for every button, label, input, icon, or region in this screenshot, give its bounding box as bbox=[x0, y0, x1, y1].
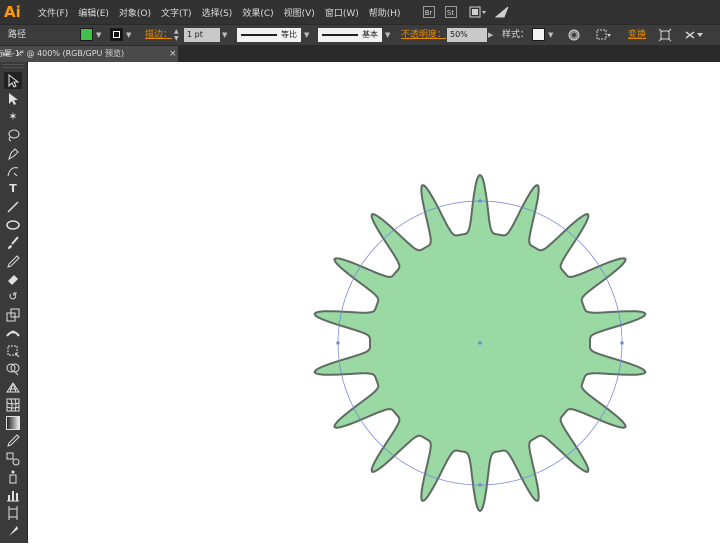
artwork[interactable] bbox=[28, 62, 720, 543]
menu-window[interactable]: 窗口(W) bbox=[325, 6, 359, 19]
style-label: 样式： bbox=[502, 30, 530, 40]
arrange-documents-icon[interactable] bbox=[469, 6, 487, 18]
slice-tool-icon[interactable] bbox=[4, 522, 22, 539]
curvature-tool-icon[interactable] bbox=[4, 162, 22, 179]
stock-icon[interactable]: St bbox=[444, 6, 457, 18]
isolate-object-icon[interactable] bbox=[658, 28, 672, 42]
stroke-color-swatch[interactable] bbox=[110, 28, 123, 41]
menu-bar: Ai 文件(F) 编辑(E) 对象(O) 文字(T) 选择(S) 效果(C) 视… bbox=[0, 0, 720, 24]
anchor-top[interactable] bbox=[478, 199, 482, 203]
perspective-grid-tool-icon[interactable] bbox=[4, 378, 22, 395]
anchor-right[interactable] bbox=[620, 341, 624, 345]
anchor-left[interactable] bbox=[336, 341, 340, 345]
align-icon[interactable] bbox=[596, 28, 612, 42]
opacity-label[interactable]: 不透明度： bbox=[401, 28, 446, 42]
tab-close-icon[interactable]: × bbox=[169, 46, 177, 62]
type-tool-icon[interactable]: T bbox=[4, 180, 22, 197]
line-tool-icon[interactable] bbox=[4, 198, 22, 215]
column-graph-tool-icon[interactable] bbox=[4, 486, 22, 503]
brush-definition-field[interactable]: 基本 bbox=[318, 28, 382, 42]
brush-preview bbox=[322, 34, 358, 36]
document-tab-bar: ▸▸ × 未标题-1* @ 400% (RGB/GPU 预览) × bbox=[0, 46, 720, 62]
width-tool-icon[interactable] bbox=[4, 324, 22, 341]
toolbar-grip[interactable] bbox=[2, 64, 24, 68]
gradient-tool-icon[interactable] bbox=[4, 414, 22, 431]
graphic-style-swatch[interactable] bbox=[532, 28, 545, 41]
blend-tool-icon[interactable] bbox=[4, 450, 22, 467]
tools-panel: ✶ T ↺ bbox=[0, 62, 28, 543]
stroke-weight-stepper-icon[interactable]: ▲ ▼ bbox=[174, 28, 179, 42]
transform-label[interactable]: 变换 bbox=[628, 28, 646, 42]
paintbrush-tool-icon[interactable] bbox=[4, 234, 22, 251]
artboard-canvas[interactable] bbox=[28, 62, 720, 543]
recolor-artwork-icon[interactable] bbox=[568, 29, 580, 43]
mesh-tool-icon[interactable] bbox=[4, 396, 22, 413]
direct-selection-tool-icon[interactable] bbox=[4, 90, 22, 107]
menu-effect[interactable]: 效果(C) bbox=[242, 6, 273, 19]
menu-type[interactable]: 文字(T) bbox=[161, 6, 192, 19]
brush-label: 基本 bbox=[362, 30, 378, 39]
bridge-icon[interactable]: Br bbox=[422, 6, 435, 18]
brush-dropdown-icon[interactable]: ▼ bbox=[385, 28, 390, 42]
scale-tool-icon[interactable] bbox=[4, 306, 22, 323]
more-options-icon[interactable] bbox=[684, 28, 704, 42]
fill-color-swatch[interactable] bbox=[80, 28, 93, 41]
pen-tool-icon[interactable] bbox=[4, 144, 22, 161]
selection-tool-icon[interactable] bbox=[4, 72, 22, 89]
gpu-performance-icon[interactable] bbox=[494, 6, 509, 18]
rotate-tool-icon[interactable]: ↺ bbox=[4, 288, 22, 305]
menu-select[interactable]: 选择(S) bbox=[202, 6, 233, 19]
menu-view[interactable]: 视图(V) bbox=[284, 6, 315, 19]
menu-object[interactable]: 对象(O) bbox=[119, 6, 151, 19]
pencil-tool-icon[interactable] bbox=[4, 252, 22, 269]
anchor-bottom[interactable] bbox=[478, 483, 482, 487]
style-dropdown-icon[interactable]: ▼ bbox=[548, 28, 553, 42]
document-tab-title: 未标题-1* @ 400% (RGB/GPU 预览) bbox=[0, 49, 125, 58]
control-bar: 路径 ▼ ▼ 描边： ▲ ▼ 1 pt ▼ 等比 ▼ 基本 ▼ 不透明度： 50%… bbox=[0, 24, 720, 46]
fill-dropdown-icon[interactable]: ▼ bbox=[96, 28, 101, 42]
eyedropper-tool-icon[interactable] bbox=[4, 432, 22, 449]
selection-type-label: 路径 bbox=[8, 30, 27, 40]
free-transform-tool-icon[interactable] bbox=[4, 342, 22, 359]
document-tab[interactable]: ▸▸ × 未标题-1* @ 400% (RGB/GPU 预览) × bbox=[0, 46, 178, 62]
profile-preview bbox=[241, 34, 277, 36]
profile-dropdown-icon[interactable]: ▼ bbox=[304, 28, 309, 42]
stroke-label[interactable]: 描边： bbox=[145, 28, 172, 42]
eraser-tool-icon[interactable] bbox=[4, 270, 22, 287]
stroke-dropdown-icon[interactable]: ▼ bbox=[126, 28, 131, 42]
magic-wand-tool-icon[interactable]: ✶ bbox=[4, 108, 22, 125]
ellipse-tool-icon[interactable] bbox=[4, 216, 22, 233]
profile-label: 等比 bbox=[281, 30, 297, 39]
menu-help[interactable]: 帮助(H) bbox=[369, 6, 401, 19]
variable-width-profile-field[interactable]: 等比 bbox=[237, 28, 301, 42]
symbol-sprayer-tool-icon[interactable] bbox=[4, 468, 22, 485]
center-point[interactable] bbox=[478, 341, 482, 345]
menu-file[interactable]: 文件(F) bbox=[38, 6, 68, 19]
app-logo: Ai bbox=[4, 3, 21, 21]
lasso-tool-icon[interactable] bbox=[4, 126, 22, 143]
menu-edit[interactable]: 编辑(E) bbox=[78, 6, 109, 19]
opacity-dropdown-icon[interactable]: ▶ bbox=[488, 28, 493, 42]
stroke-weight-dropdown-icon[interactable]: ▼ bbox=[222, 28, 227, 42]
opacity-field[interactable]: 50% bbox=[447, 28, 487, 42]
artboard-tool-icon[interactable] bbox=[4, 504, 22, 521]
shape-builder-tool-icon[interactable] bbox=[4, 360, 22, 377]
stroke-weight-field[interactable]: 1 pt bbox=[184, 28, 220, 42]
